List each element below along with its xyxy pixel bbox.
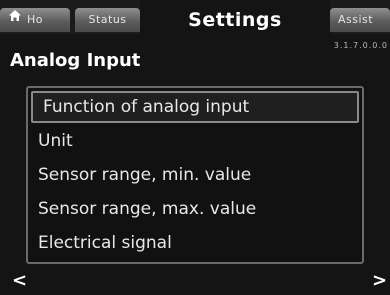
- menu-list: Function of analog input Unit Sensor ran…: [26, 86, 364, 264]
- tab-home-label: Ho: [27, 13, 44, 26]
- menu-item-electrical-signal[interactable]: Electrical signal: [28, 227, 362, 259]
- tab-assist-label: Assist: [338, 13, 374, 26]
- tab-status-label: Status: [88, 13, 127, 26]
- chevron-left-icon[interactable]: <: [12, 270, 27, 291]
- settings-screen: Ho Status Settings Assist 3.1.7.0.0.0 An…: [0, 0, 390, 295]
- menu-version: 3.1.7.0.0.0: [333, 41, 388, 50]
- tab-assist[interactable]: Assist: [330, 8, 390, 32]
- menu-item-unit[interactable]: Unit: [28, 125, 362, 157]
- tab-settings-label: Settings: [188, 9, 282, 31]
- menu-item-sensor-range-min[interactable]: Sensor range, min. value: [28, 159, 362, 191]
- page-title: Analog Input: [10, 50, 141, 71]
- tab-bar: Ho Status Settings Assist: [0, 0, 390, 34]
- menu-item-function-of-analog-input[interactable]: Function of analog input: [31, 91, 359, 123]
- tab-status[interactable]: Status: [75, 8, 140, 32]
- home-icon: [8, 8, 22, 31]
- tab-settings[interactable]: Settings: [140, 0, 330, 34]
- tab-home[interactable]: Ho: [0, 8, 70, 32]
- chevron-right-icon[interactable]: >: [372, 270, 387, 291]
- menu-item-sensor-range-max[interactable]: Sensor range, max. value: [28, 193, 362, 225]
